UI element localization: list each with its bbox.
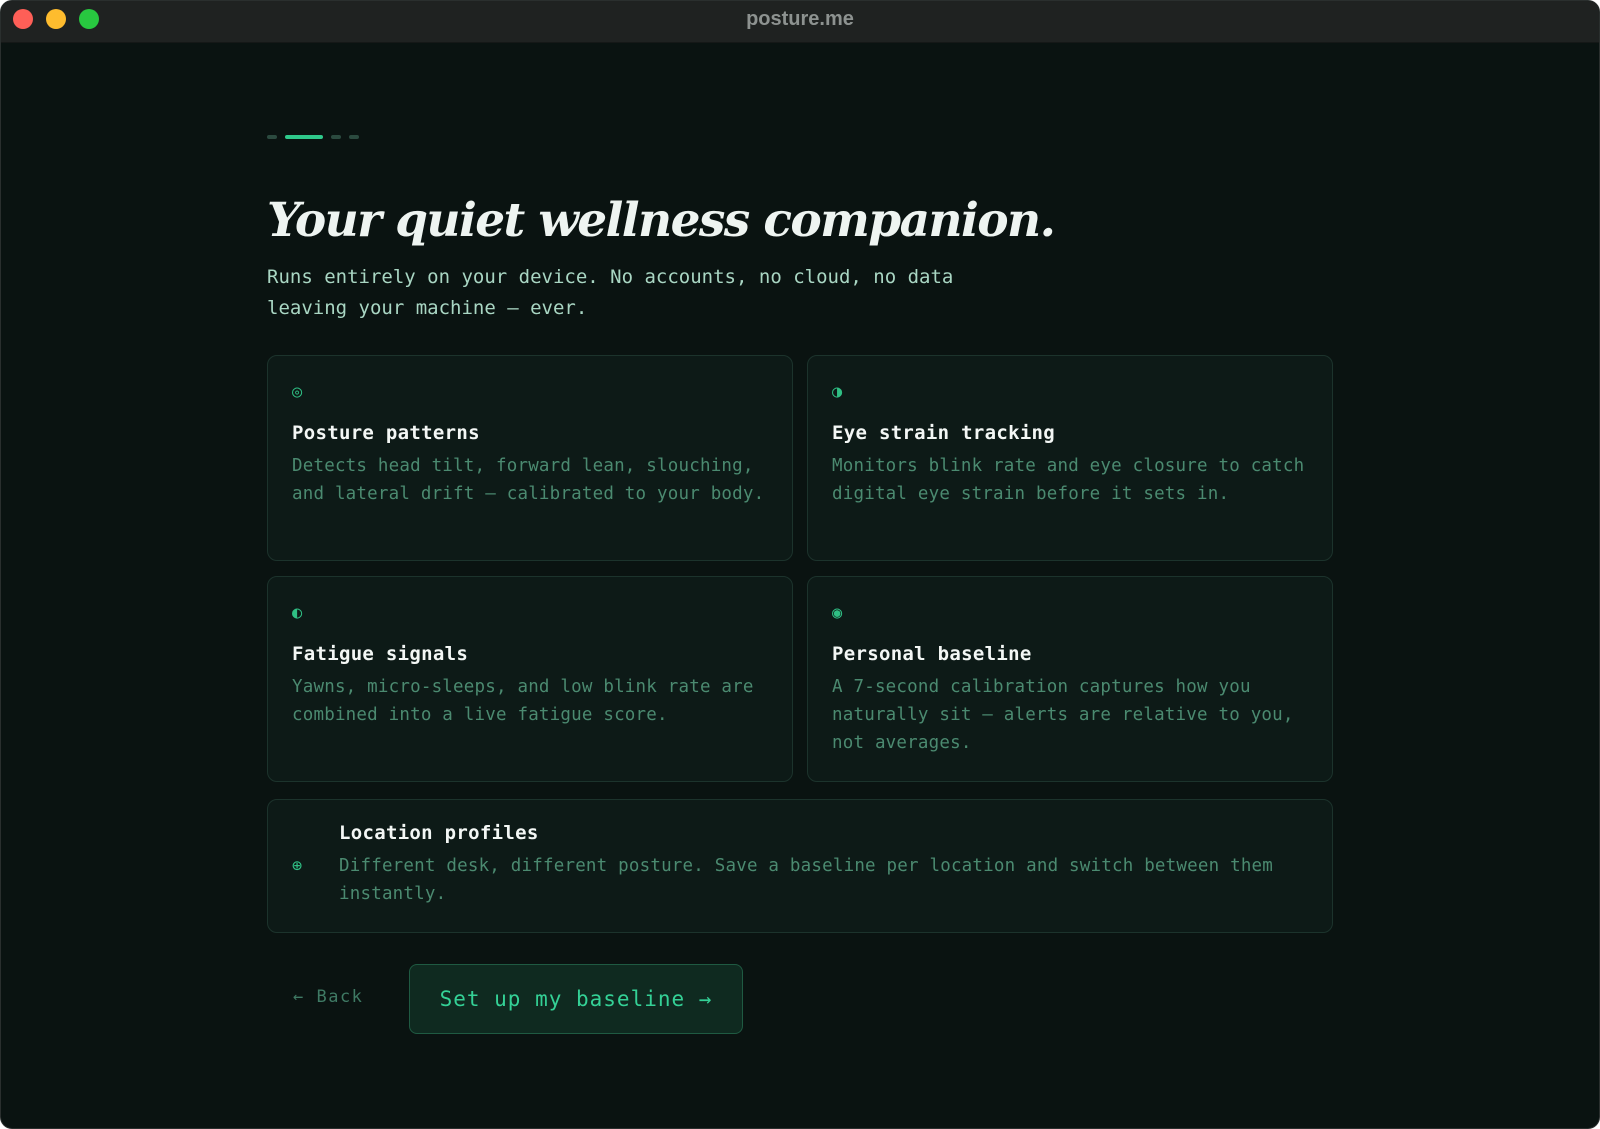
page-title: Your quiet wellness companion. <box>267 193 1056 248</box>
feature-title: Eye strain tracking <box>832 422 1056 444</box>
feature-title: Location profiles <box>339 822 539 844</box>
window-title: posture.me <box>746 8 854 30</box>
title-bar: posture.me <box>1 1 1599 43</box>
feature-card-fatigue-signals: ◐ Fatigue signals Yawns, micro-sleeps, a… <box>267 576 793 782</box>
step-dot-1 <box>267 135 277 139</box>
step-dot-4 <box>349 135 359 139</box>
step-indicator <box>267 135 359 139</box>
step-dot-2-active <box>285 135 323 139</box>
feature-title: Fatigue signals <box>292 643 469 665</box>
feature-description: Monitors blink rate and eye closure to c… <box>832 456 1305 504</box>
feature-text: Location profiles Different desk, differ… <box>339 822 1299 908</box>
feature-card-posture-patterns: ◎ Posture patterns Detects head tilt, fo… <box>267 355 793 561</box>
circled-plus-icon: ⊕ <box>292 856 303 876</box>
feature-description: Detects head tilt, forward lean, slouchi… <box>292 456 765 504</box>
back-button[interactable]: ← Back <box>293 987 363 1007</box>
feature-title: Posture patterns <box>292 422 480 444</box>
feature-card-eye-strain: ◑ Eye strain tracking Monitors blink rat… <box>807 355 1333 561</box>
half-circle-left-icon: ◐ <box>292 603 303 623</box>
feature-card-location-profiles: ⊕ Location profiles Different desk, diff… <box>267 799 1333 933</box>
app-window: posture.me Your quiet wellness companion… <box>0 0 1600 1129</box>
setup-baseline-button[interactable]: Set up my baseline → <box>409 964 743 1034</box>
bullseye-icon: ◉ <box>832 603 843 623</box>
feature-card-personal-baseline: ◉ Personal baseline A 7-second calibrati… <box>807 576 1333 782</box>
target-icon: ◎ <box>292 382 303 402</box>
feature-description: Yawns, micro-sleeps, and low blink rate … <box>292 677 754 725</box>
feature-description: Different desk, different posture. Save … <box>339 856 1274 904</box>
page-subtitle: Runs entirely on your device. No account… <box>267 266 954 319</box>
step-dot-3 <box>331 135 341 139</box>
feature-description: A 7-second calibration captures how you … <box>832 677 1294 753</box>
half-circle-right-icon: ◑ <box>832 382 843 402</box>
feature-title: Personal baseline <box>832 643 1032 665</box>
